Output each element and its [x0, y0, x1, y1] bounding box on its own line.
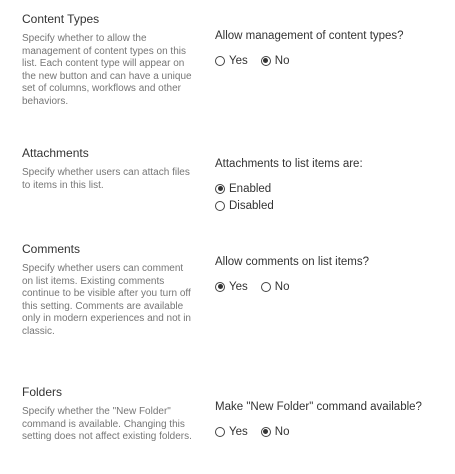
section-title: Comments — [22, 242, 81, 256]
radio-unselected-icon[interactable] — [260, 281, 271, 292]
attachments-disabled-option[interactable]: Disabled — [215, 197, 437, 214]
section-description: Specify whether users can comment on lis… — [22, 263, 191, 337]
comments-yes-option[interactable]: Yes — [215, 278, 248, 295]
content-types-setting: Allow management of content types? Yes N… — [215, 29, 450, 69]
content-types-no-option[interactable]: No — [260, 52, 290, 69]
folders-radio-group: Yes No — [215, 423, 450, 440]
option-label: No — [274, 54, 290, 67]
radio-unselected-icon[interactable] — [215, 426, 225, 437]
setting-question: Allow management of content types? — [215, 30, 404, 42]
option-label: Yes — [229, 280, 248, 293]
folders-setting: Make "New Folder" command available? Yes… — [215, 400, 450, 440]
attachments-setting: Attachments to list items are: Enabled D… — [215, 157, 450, 214]
comments-info: Comments Specify whether users can comme… — [22, 242, 192, 338]
content-types-radio-group: Yes No — [215, 52, 450, 69]
radio-selected-icon[interactable] — [215, 183, 225, 194]
option-label: Enabled — [229, 182, 272, 195]
section-title: Attachments — [22, 146, 89, 160]
folders-yes-option[interactable]: Yes — [215, 423, 248, 440]
comments-radio-group: Yes No — [215, 278, 450, 295]
option-label: No — [274, 425, 290, 438]
radio-unselected-icon[interactable] — [215, 200, 225, 211]
option-label: No — [274, 280, 290, 293]
comments-no-option[interactable]: No — [260, 278, 290, 295]
option-label: Yes — [229, 54, 248, 67]
folders-no-option[interactable]: No — [260, 423, 290, 440]
content-types-yes-option[interactable]: Yes — [215, 52, 248, 69]
radio-selected-icon[interactable] — [215, 281, 225, 292]
radio-unselected-icon[interactable] — [215, 55, 225, 66]
section-title: Folders — [22, 385, 63, 399]
setting-question: Make "New Folder" command available? — [215, 401, 422, 413]
radio-selected-icon[interactable] — [260, 55, 271, 66]
option-label: Yes — [229, 425, 248, 438]
attachments-enabled-option[interactable]: Enabled — [215, 180, 437, 197]
attachments-radio-group: Enabled Disabled — [215, 180, 450, 214]
section-title: Content Types — [22, 12, 100, 26]
section-description: Specify whether to allow the management … — [22, 33, 192, 107]
setting-question: Allow comments on list items? — [215, 256, 370, 268]
setting-question: Attachments to list items are: — [215, 158, 363, 170]
folders-info: Folders Specify whether the "New Folder"… — [22, 385, 192, 444]
comments-setting: Allow comments on list items? Yes No — [215, 255, 450, 295]
option-label: Disabled — [229, 199, 274, 212]
content-types-info: Content Types Specify whether to allow t… — [22, 12, 192, 108]
section-description: Specify whether the "New Folder" command… — [22, 406, 192, 442]
radio-selected-icon[interactable] — [260, 426, 271, 437]
attachments-info: Attachments Specify whether users can at… — [22, 146, 192, 192]
section-description: Specify whether users can attach files t… — [22, 167, 190, 191]
